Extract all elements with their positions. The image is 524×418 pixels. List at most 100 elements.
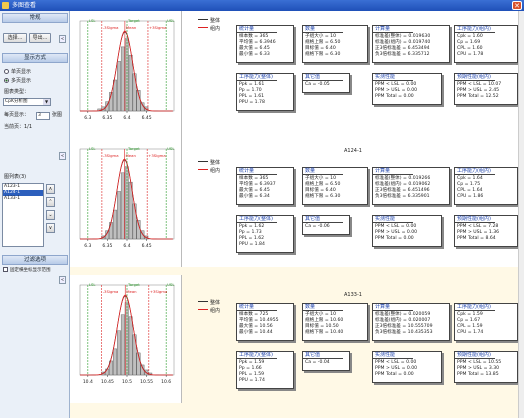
legend-within-label: 组内 bbox=[210, 26, 221, 32]
lsl-line-label: LSL bbox=[89, 146, 97, 151]
target-line-label: Target bbox=[127, 18, 140, 23]
per-page-unit: 张图 bbox=[52, 112, 63, 118]
chart-panel-3: LSL Target USL -3Sigma Mean +3Sigma 10.4 10.45 1… bbox=[70, 267, 524, 418]
histogram-svg: LSL Target USL -3Sigma Mean +3Sigma 10.4 10.45 1… bbox=[79, 282, 175, 385]
section-filter[interactable]: 过滤选项 bbox=[2, 255, 68, 265]
chart-type-label: 图表类型： bbox=[4, 89, 30, 95]
stat-box-title: 数量 bbox=[303, 304, 343, 311]
legend-overall-label: 整体 bbox=[210, 300, 221, 306]
stat-box-perf-actual: 实测性能 PPM < LSL = 0.00 PPM > USL = 0.00 PPM … bbox=[372, 215, 442, 247]
stat-row: PPM Total = 13.85 bbox=[457, 372, 499, 377]
stat-box-rows: Ca = -0.06 bbox=[303, 224, 330, 230]
stat-box-rows: 样本数 = 725 平均值 = 10.4955 最大值 = 10.56 最小值 = 1… bbox=[237, 312, 279, 336]
move-bottom-button[interactable]: ∨ bbox=[46, 223, 55, 233]
stat-box-rows: Ca = -0.05 bbox=[303, 82, 330, 88]
stat-box-capability-overall: 工序能力(整体) Ppk = 1.59 Pp = 1.66 PPL = 1.59 PPU… bbox=[236, 351, 294, 389]
x-tick-label: 10.4 bbox=[83, 379, 93, 385]
collapse-button-3[interactable]: < bbox=[59, 276, 66, 284]
radio-selected-icon bbox=[4, 78, 9, 83]
stat-box-title: 计算量 bbox=[373, 168, 413, 175]
stat-box-calc: 计算量 标准差(整体) = 0.019266 标准差(组内) = 0.019062 正… bbox=[372, 167, 450, 205]
histogram-bar bbox=[132, 203, 137, 240]
stat-row: 负3倍标准差 = 6.335712 bbox=[375, 52, 430, 57]
stat-box-capability: 工序能力(组内) Cpk = 1.64 Cp = 1.75 CPL = 1.64 CPU… bbox=[454, 167, 518, 205]
stat-box-rows: 标准差(整体) = 0.020059 标准差(组内) = 0.020007 正3倍标… bbox=[373, 312, 433, 336]
stat-box-title: 统计量 bbox=[237, 304, 277, 311]
radio-single-page[interactable]: 单页显示 bbox=[4, 69, 31, 76]
stat-row: PPM Total = 0.00 bbox=[375, 372, 414, 377]
stat-box-title: 统计量 bbox=[237, 168, 277, 175]
move-up-button[interactable]: ⌃ bbox=[46, 197, 55, 207]
stat-row: CPU = 1.78 bbox=[457, 52, 484, 57]
collapse-button-2[interactable]: < bbox=[59, 152, 66, 160]
stat-row: Ca = -0.04 bbox=[305, 360, 330, 365]
histogram-bar bbox=[117, 191, 121, 240]
section-general[interactable]: 常规 bbox=[2, 13, 68, 23]
stat-box-title: 工序能力(整体) bbox=[237, 74, 277, 81]
x-tick-label: 10.45 bbox=[101, 379, 114, 385]
stat-box-title: 预期性能(组内) bbox=[455, 352, 495, 359]
chart-type-select[interactable]: CpK分析图 ▼ bbox=[3, 98, 51, 106]
chart-list[interactable]: A123-1 A124-1 A133-1 bbox=[2, 183, 44, 247]
stat-box-title: 预期性能(组内) bbox=[455, 74, 495, 81]
histogram-svg: LSL Target USL -3Sigma Mean +3Sigma 6.3 6.35 6.4… bbox=[79, 18, 175, 121]
chart-list-label: 图列表(3) bbox=[4, 174, 27, 180]
stat-box-rows: 样本数 = 365 平均值 = 6.3937 最大值 = 6.45 最小值 = 6.3… bbox=[237, 176, 276, 200]
usl-line-label: USL bbox=[167, 146, 175, 151]
stat-row: 规格下限 = 6.30 bbox=[305, 52, 341, 57]
stat-row: PPU = 1.78 bbox=[239, 100, 265, 105]
stat-row: 最小值 = 6.33 bbox=[239, 52, 270, 57]
legend-within: 组内 bbox=[198, 307, 220, 315]
plus3sigma-line-label: +3Sigma bbox=[150, 289, 168, 294]
legend-within-swatch bbox=[198, 169, 208, 170]
stat-box-rows: 子组大小 = 10 规格上限 = 6.50 目标值 = 6.40 规格下限 = 6.3… bbox=[303, 176, 340, 200]
collapse-button[interactable]: < bbox=[59, 35, 66, 43]
stat-box-title: 其它值 bbox=[303, 74, 343, 81]
radio-multi-page[interactable]: 多页显示 bbox=[4, 78, 31, 85]
stat-box-rows: PPM < LSL = 7.28 PPM > USL = 1.36 PPM Tota… bbox=[455, 224, 499, 242]
histogram-bar bbox=[128, 316, 133, 376]
minus3sigma-line-label: -3Sigma bbox=[103, 25, 119, 30]
target-line-label: Target bbox=[127, 146, 140, 151]
x-tick-label: 10.55 bbox=[140, 379, 153, 385]
stat-box-sample: 数量 子组大小 = 10 规格上限 = 6.50 目标值 = 6.40 规格下限 = 6… bbox=[302, 167, 368, 205]
list-item[interactable]: A133-1 bbox=[3, 196, 43, 202]
legend-overall: 整体 bbox=[198, 159, 220, 167]
chart-panel-1: LSL Target USL -3Sigma Mean +3Sigma 6.3 6.35 6.4… bbox=[70, 11, 524, 139]
stat-row: 规格下限 = 10.40 bbox=[305, 330, 344, 335]
window-title: 多图查看 bbox=[12, 2, 37, 9]
stat-box-capability: 工序能力(组内) Cpk = 1.59 Cp = 1.67 CPL = 1.59 CPU… bbox=[454, 303, 518, 341]
panel-title: A124-1 bbox=[344, 148, 362, 154]
legend-within-swatch bbox=[198, 309, 208, 310]
legend-within-label: 组内 bbox=[210, 168, 221, 174]
stat-box-title: 工序能力(组内) bbox=[455, 26, 495, 33]
stat-box-rows: 标准差(整体) = 0.019266 标准差(组内) = 0.019062 正3倍标… bbox=[373, 176, 430, 200]
stat-box-title: 实测性能 bbox=[373, 352, 413, 359]
legend-within-swatch bbox=[198, 27, 208, 28]
stat-box-rows: PPM < LSL = 0.00 PPM > USL = 0.00 PPM Tota… bbox=[373, 360, 417, 378]
move-down-button[interactable]: ⌄ bbox=[46, 210, 55, 220]
stat-row: PPU = 1.74 bbox=[239, 378, 265, 383]
per-page-stepper[interactable]: 3 bbox=[36, 112, 50, 120]
mean-line-label: Mean bbox=[126, 153, 137, 158]
stat-row: 最小值 = 6.34 bbox=[239, 194, 270, 199]
x-tick-label: 6.35 bbox=[102, 243, 112, 249]
histogram-svg: LSL Target USL -3Sigma Mean +3Sigma 6.3 6.35 6.4… bbox=[79, 146, 175, 249]
legend-within: 组内 bbox=[198, 25, 220, 33]
x-tick-label: 6.45 bbox=[142, 115, 152, 121]
select-button[interactable]: 选择... bbox=[3, 33, 27, 43]
stat-row: PPM Total = 12.52 bbox=[457, 94, 499, 99]
stat-box-rows: Cpk = 1.60 Cp = 1.69 CPL = 1.60 CPU = 1.78 bbox=[455, 34, 483, 58]
legend-overall-swatch bbox=[198, 161, 208, 162]
close-button[interactable]: ✕ bbox=[512, 1, 522, 10]
stat-box-title: 工序能力(整体) bbox=[237, 352, 277, 359]
export-button[interactable]: 导出... bbox=[29, 33, 51, 43]
fixed-axis-checkbox[interactable]: 固定横坐标显示范围 bbox=[3, 267, 51, 274]
legend: 整体 组内 bbox=[198, 17, 220, 33]
stat-box-rows: 样本数 = 365 平均值 = 6.3946 最大值 = 6.45 最小值 = 6.3… bbox=[237, 34, 276, 58]
vertical-scrollbar[interactable] bbox=[518, 11, 524, 418]
move-top-button[interactable]: ∧ bbox=[46, 184, 55, 194]
stat-box-title: 实测性能 bbox=[373, 74, 413, 81]
section-display-mode[interactable]: 显示方式 bbox=[2, 53, 68, 63]
legend: 整体 组内 bbox=[198, 299, 220, 315]
